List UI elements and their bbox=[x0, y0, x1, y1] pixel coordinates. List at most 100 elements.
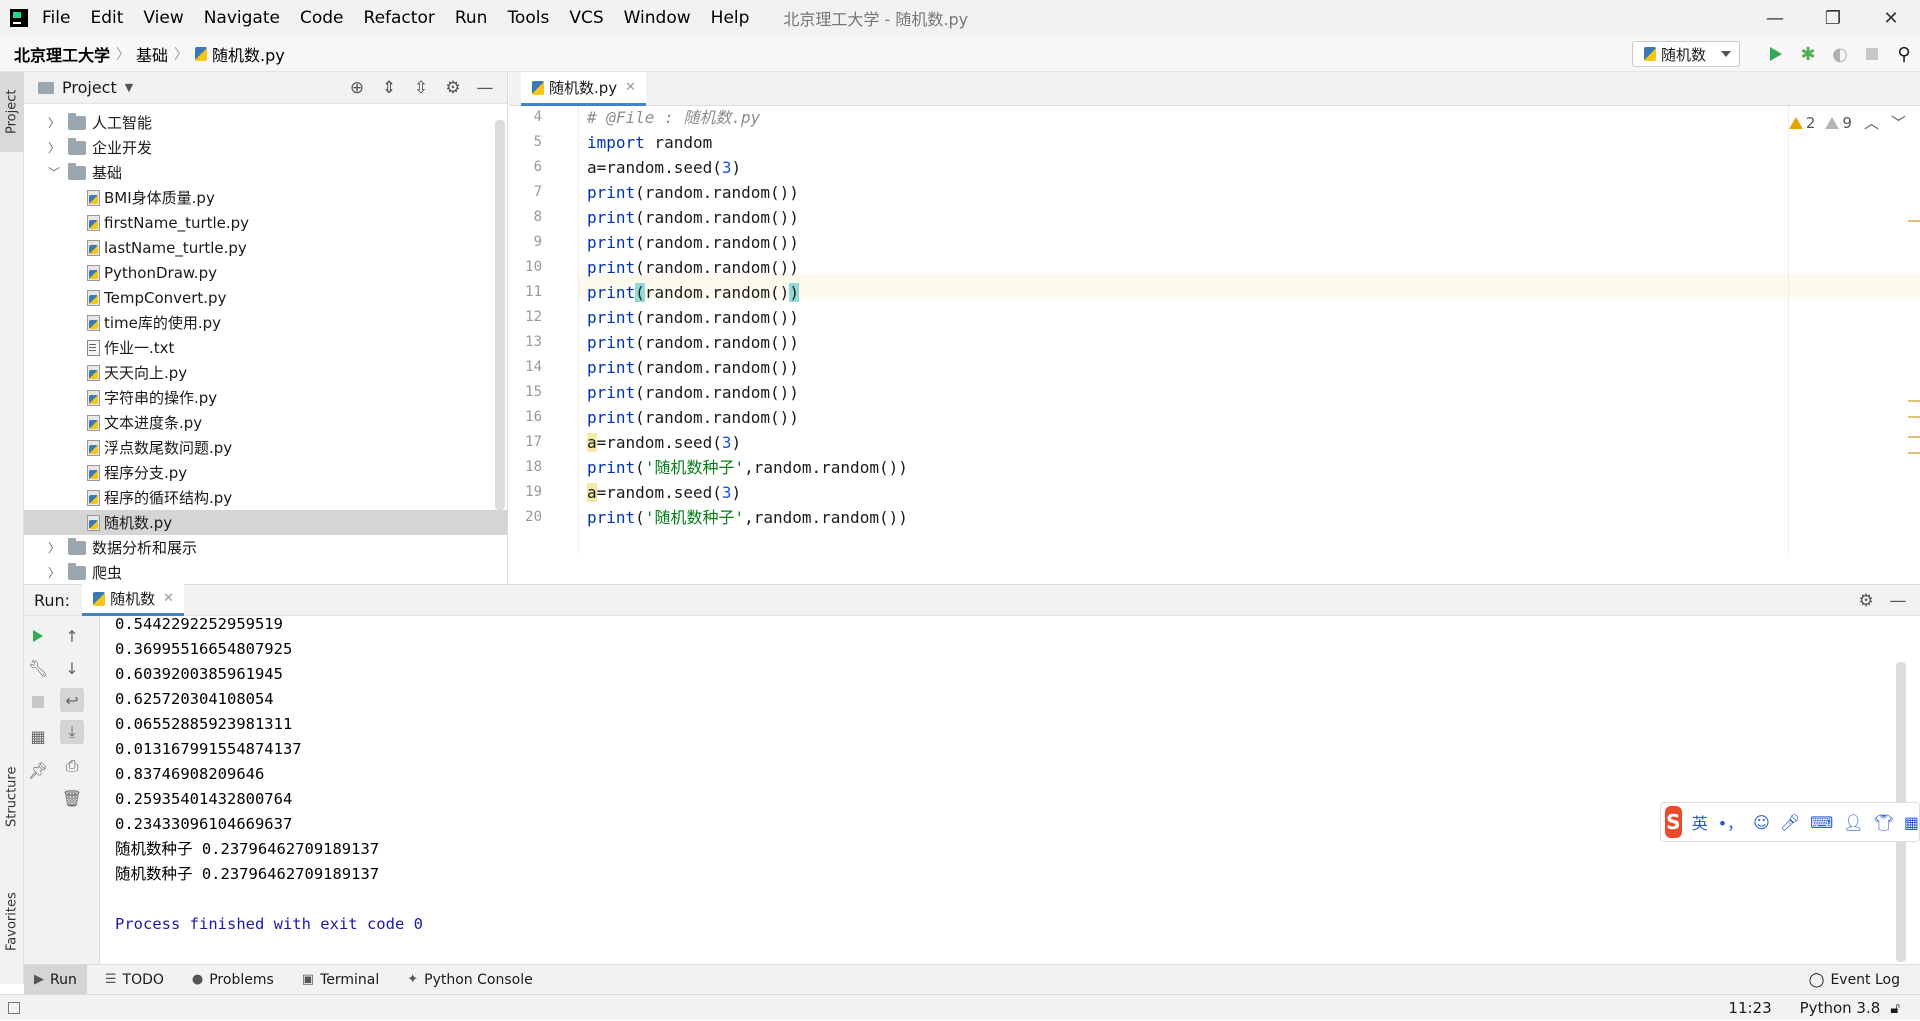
tree-file[interactable]: 作业一.txt bbox=[24, 335, 507, 360]
code-line[interactable]: print(random.random()) bbox=[587, 180, 799, 205]
tree-file[interactable]: PythonDraw.py bbox=[24, 260, 507, 285]
pin-tab-button[interactable]: 📌︎ bbox=[26, 758, 50, 782]
skin-icon[interactable]: 👕︎ bbox=[1874, 813, 1894, 832]
tool-tab-terminal[interactable]: ▣ Terminal bbox=[292, 965, 389, 995]
soft-wrap-button[interactable]: ↩ bbox=[60, 688, 84, 712]
tree-folder[interactable]: 〉 数据分析和展示 bbox=[24, 535, 507, 560]
code-line[interactable]: print(random.random()) bbox=[587, 230, 799, 255]
tree-folder[interactable]: 〉 爬虫 bbox=[24, 560, 507, 585]
code-line[interactable]: print(random.random()) bbox=[587, 305, 799, 330]
code-line[interactable]: print(random.random()) bbox=[587, 380, 799, 405]
scroll-up-button[interactable]: ↑ bbox=[60, 624, 84, 648]
ime-toolbar[interactable]: S 英 •， ☺ 🎤︎ ⌨ 👤︎ 👕︎ ▦ bbox=[1660, 802, 1920, 842]
code-line[interactable]: # @File : 随机数.py bbox=[587, 105, 760, 130]
tree-file[interactable]: 天天向上.py bbox=[24, 360, 507, 385]
breadcrumb-project[interactable]: 北京理工大学 bbox=[14, 42, 110, 66]
tree-file[interactable]: 文本进度条.py bbox=[24, 410, 507, 435]
grid-icon[interactable]: ▦ bbox=[1904, 813, 1919, 832]
code-line[interactable]: print(random.random()) bbox=[587, 255, 799, 280]
tree-file[interactable]: 程序的循环结构.py bbox=[24, 485, 507, 510]
tree-file[interactable]: 浮点数尾数问题.py bbox=[24, 435, 507, 460]
debug-button[interactable]: ✱ bbox=[1792, 38, 1824, 70]
menu-code[interactable]: Code bbox=[300, 8, 344, 28]
run-button[interactable] bbox=[1760, 38, 1792, 70]
code-line[interactable]: a=random.seed(3) bbox=[587, 430, 741, 455]
menu-edit[interactable]: Edit bbox=[90, 8, 123, 28]
chevron-right-icon[interactable]: 〉 bbox=[46, 114, 62, 131]
toggle-tool-windows-icon[interactable] bbox=[8, 1001, 20, 1014]
print-button[interactable]: ⎙ bbox=[60, 754, 84, 778]
tree-file[interactable]: lastName_turtle.py bbox=[24, 235, 507, 260]
sogou-logo-icon[interactable]: S bbox=[1665, 806, 1682, 838]
chevron-right-icon[interactable]: 〉 bbox=[46, 564, 62, 581]
ime-punctuation-toggle[interactable]: •， bbox=[1718, 810, 1743, 834]
chevron-down-icon[interactable]: ﹀ bbox=[1891, 112, 1906, 133]
menu-vcs[interactable]: VCS bbox=[569, 8, 603, 28]
inspection-widget[interactable]: 2 9 ︿ ﹀ bbox=[1788, 112, 1906, 133]
tree-file[interactable]: firstName_turtle.py bbox=[24, 210, 507, 235]
hide-icon[interactable]: — bbox=[1882, 591, 1914, 611]
keyboard-icon[interactable]: ⌨ bbox=[1810, 813, 1833, 832]
code-line[interactable]: a=random.seed(3) bbox=[587, 155, 741, 180]
code-line[interactable]: print('随机数种子',random.random()) bbox=[587, 455, 908, 480]
gear-icon[interactable]: ⚙ bbox=[1850, 591, 1882, 611]
collapse-all-icon[interactable]: ⇳ bbox=[405, 78, 437, 98]
chevron-right-icon[interactable]: 〉 bbox=[46, 139, 62, 156]
tool-tab-run[interactable]: ▶ Run bbox=[24, 964, 87, 995]
breadcrumb-file[interactable]: 随机数.py bbox=[212, 42, 285, 66]
ime-language-toggle[interactable]: 英 bbox=[1692, 810, 1708, 834]
code-line[interactable]: print(random.random()) bbox=[587, 205, 799, 230]
restore-button[interactable]: ❐ bbox=[1804, 0, 1862, 36]
scroll-down-button[interactable]: ↓ bbox=[60, 656, 84, 680]
menu-view[interactable]: View bbox=[143, 8, 183, 28]
tree-file[interactable]: time库的使用.py bbox=[24, 310, 507, 335]
menu-window[interactable]: Window bbox=[624, 8, 691, 28]
microphone-icon[interactable]: 🎤︎ bbox=[1780, 813, 1800, 832]
tool-tab-problems[interactable]: ● Problems bbox=[182, 965, 284, 995]
menu-run[interactable]: Run bbox=[455, 8, 488, 28]
close-tab-icon[interactable]: ✕ bbox=[625, 80, 636, 95]
tree-folder[interactable]: 〉 企业开发 bbox=[24, 135, 507, 160]
locate-icon[interactable]: ⊕ bbox=[341, 78, 373, 98]
tree-scrollbar[interactable] bbox=[495, 120, 505, 510]
clear-all-button[interactable]: 🗑︎ bbox=[60, 786, 84, 810]
project-view-select[interactable]: Project bbox=[62, 78, 117, 97]
side-tab-structure[interactable]: Structure bbox=[0, 752, 24, 842]
chevron-right-icon[interactable]: 〉 bbox=[46, 539, 62, 556]
tree-file[interactable]: 随机数.py bbox=[24, 510, 507, 535]
code-line[interactable]: print(random.random()) bbox=[587, 405, 799, 430]
side-tab-favorites[interactable]: Favorites bbox=[0, 872, 24, 972]
tree-file[interactable]: TempConvert.py bbox=[24, 285, 507, 310]
code-editor[interactable]: 4 5 6 7 8 9 10 11 12 13 14 15 16 17 18 19 20 # @File : 随… bbox=[509, 106, 1920, 554]
menu-refactor[interactable]: Refactor bbox=[364, 8, 435, 28]
code-line[interactable]: print(random.random()) bbox=[587, 355, 799, 380]
chevron-down-icon[interactable]: ﹀ bbox=[46, 164, 62, 181]
tree-file[interactable]: 程序分支.py bbox=[24, 460, 507, 485]
menu-help[interactable]: Help bbox=[711, 8, 750, 28]
scroll-to-end-button[interactable]: ⤓ bbox=[60, 720, 84, 744]
event-log-button[interactable]: ◯ Event Log bbox=[1809, 965, 1900, 995]
expand-all-icon[interactable]: ⇕ bbox=[373, 78, 405, 98]
rerun-button[interactable] bbox=[26, 624, 50, 648]
run-configuration-select[interactable]: 随机数 bbox=[1632, 41, 1740, 67]
tool-tab-python-console[interactable]: ✦ Python Console bbox=[397, 965, 542, 995]
caret-position[interactable]: 11:23 bbox=[1728, 999, 1771, 1017]
breadcrumb-folder[interactable]: 基础 bbox=[136, 42, 168, 66]
console-output[interactable]: 0.5442292252959519 0.36995516654807925 0.6… bbox=[101, 615, 1906, 964]
stop-button[interactable] bbox=[1856, 38, 1888, 70]
menu-file[interactable]: File bbox=[42, 8, 70, 28]
python-interpreter[interactable]: Python 3.8 bbox=[1800, 999, 1881, 1017]
chevron-down-icon[interactable]: ▼ bbox=[125, 81, 133, 94]
coverage-button[interactable]: ◐ bbox=[1824, 38, 1856, 70]
code-line[interactable]: a=random.seed(3) bbox=[587, 480, 741, 505]
code-line[interactable]: print('随机数种子',random.random()) bbox=[587, 505, 908, 530]
tree-file[interactable]: BMI身体质量.py bbox=[24, 185, 507, 210]
search-everywhere-button[interactable]: ⚲ bbox=[1888, 38, 1920, 70]
close-tab-icon[interactable]: ✕ bbox=[163, 591, 174, 606]
code-line[interactable]: print(random.random()) bbox=[587, 330, 799, 355]
stop-button[interactable] bbox=[26, 690, 50, 714]
lock-icon[interactable]: 🔓︎ bbox=[1890, 999, 1900, 1017]
tree-file[interactable]: 字符串的操作.py bbox=[24, 385, 507, 410]
tree-folder[interactable]: 〉 人工智能 bbox=[24, 110, 507, 135]
menu-navigate[interactable]: Navigate bbox=[204, 8, 280, 28]
